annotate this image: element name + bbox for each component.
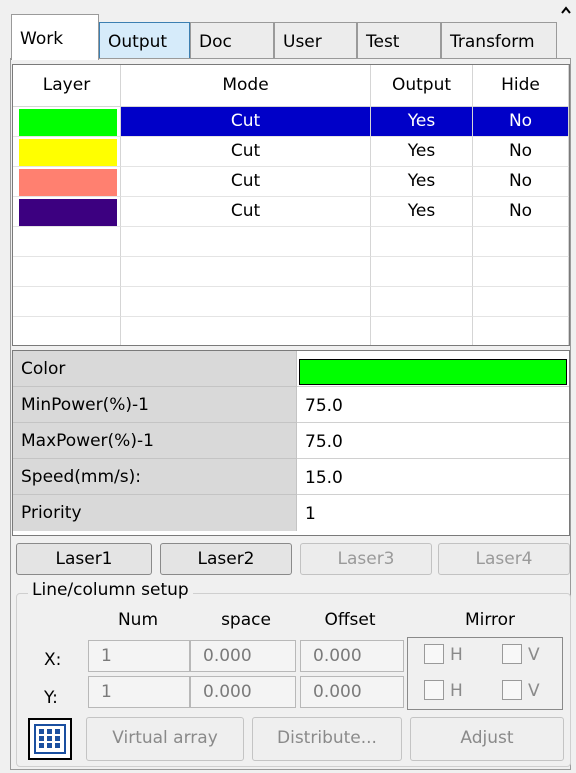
priority-field[interactable]: 1 bbox=[297, 495, 569, 531]
output-cell[interactable]: Yes bbox=[371, 107, 473, 137]
priority-label: Priority bbox=[13, 495, 297, 531]
empty-cell bbox=[13, 287, 121, 317]
color-label: Color bbox=[13, 351, 297, 387]
table-row[interactable]: Cut Yes No bbox=[13, 167, 569, 197]
speed-field[interactable]: 15.0 bbox=[297, 459, 569, 495]
empty-cell bbox=[121, 227, 371, 257]
laser4-button: Laser4 bbox=[438, 543, 570, 575]
layer-color-swatch bbox=[19, 199, 117, 226]
empty-cell bbox=[121, 257, 371, 287]
empty-row bbox=[13, 287, 569, 317]
mirror-header: Mirror bbox=[464, 610, 516, 630]
tab-transform[interactable]: Transform bbox=[441, 22, 557, 58]
empty-cell bbox=[473, 317, 569, 345]
tab-test[interactable]: Test bbox=[357, 22, 441, 58]
layer-color-swatch bbox=[19, 139, 117, 166]
chevron-up-icon[interactable] bbox=[560, 0, 572, 14]
num-header: Num bbox=[117, 610, 159, 630]
empty-row bbox=[13, 227, 569, 257]
mode-cell[interactable]: Cut bbox=[121, 197, 371, 227]
empty-cell bbox=[121, 287, 371, 317]
tab-work[interactable]: Work bbox=[11, 14, 99, 60]
x-mirror-h-checkbox[interactable] bbox=[424, 644, 444, 664]
x-num-field[interactable]: 1 bbox=[88, 640, 190, 672]
mode-cell[interactable]: Cut bbox=[121, 167, 371, 197]
layer-cell[interactable] bbox=[13, 197, 121, 227]
empty-cell bbox=[121, 317, 371, 345]
empty-cell bbox=[473, 227, 569, 257]
column-header-hide[interactable]: Hide bbox=[473, 65, 569, 107]
offset-header: Offset bbox=[324, 610, 376, 630]
adjust-button: Adjust bbox=[410, 717, 564, 761]
laser3-button: Laser3 bbox=[300, 543, 432, 575]
x-axis-label: X: bbox=[44, 650, 62, 670]
x-mirror-h-label: H bbox=[450, 645, 463, 665]
tab-doc[interactable]: Doc bbox=[190, 22, 274, 58]
empty-cell bbox=[473, 257, 569, 287]
empty-cell bbox=[13, 257, 121, 287]
column-header-layer[interactable]: Layer bbox=[13, 65, 121, 107]
distribute-button: Distribute... bbox=[252, 717, 402, 761]
output-cell[interactable]: Yes bbox=[371, 137, 473, 167]
column-header-mode[interactable]: Mode bbox=[121, 65, 371, 107]
output-cell[interactable]: Yes bbox=[371, 197, 473, 227]
empty-cell bbox=[13, 317, 121, 345]
tab-user[interactable]: User bbox=[274, 22, 357, 58]
laser2-button[interactable]: Laser2 bbox=[160, 543, 292, 575]
x-offset-field[interactable]: 0.000 bbox=[300, 640, 404, 672]
x-space-field[interactable]: 0.000 bbox=[190, 640, 296, 672]
empty-cell bbox=[371, 287, 473, 317]
empty-cell bbox=[371, 227, 473, 257]
empty-cell bbox=[473, 287, 569, 317]
y-mirror-v-checkbox[interactable] bbox=[502, 680, 522, 700]
layer-cell[interactable] bbox=[13, 107, 121, 137]
tab-output[interactable]: Output bbox=[99, 22, 190, 58]
layer-cell[interactable] bbox=[13, 137, 121, 167]
layer-table[interactable]: Layer Mode Output Hide Cut Yes No Cut Ye… bbox=[12, 64, 570, 346]
y-axis-label: Y: bbox=[44, 688, 58, 708]
space-header: space bbox=[221, 610, 271, 630]
y-offset-field[interactable]: 0.000 bbox=[300, 676, 404, 708]
y-mirror-h-label: H bbox=[450, 681, 463, 701]
line-column-legend: Line/column setup bbox=[28, 580, 193, 600]
color-value-swatch[interactable] bbox=[299, 359, 567, 385]
empty-cell bbox=[371, 257, 473, 287]
minpower-label: MinPower(%)-1 bbox=[13, 387, 297, 423]
hide-cell[interactable]: No bbox=[473, 167, 569, 197]
y-space-field[interactable]: 0.000 bbox=[190, 676, 296, 708]
mode-cell[interactable]: Cut bbox=[121, 137, 371, 167]
empty-cell bbox=[371, 317, 473, 345]
empty-row bbox=[13, 257, 569, 287]
empty-cell bbox=[13, 227, 121, 257]
x-mirror-v-checkbox[interactable] bbox=[502, 644, 522, 664]
y-num-field[interactable]: 1 bbox=[88, 676, 190, 708]
column-header-output[interactable]: Output bbox=[371, 65, 473, 107]
hide-cell[interactable]: No bbox=[473, 197, 569, 227]
layer-color-swatch bbox=[19, 109, 117, 136]
virtual-array-button: Virtual array bbox=[86, 717, 244, 761]
layer-color-swatch bbox=[19, 169, 117, 196]
x-mirror-v-label: V bbox=[528, 645, 540, 665]
mode-cell[interactable]: Cut bbox=[121, 107, 371, 137]
minpower-field[interactable]: 75.0 bbox=[297, 387, 569, 423]
maxpower-label: MaxPower(%)-1 bbox=[13, 423, 297, 459]
output-cell[interactable]: Yes bbox=[371, 167, 473, 197]
layer-cell[interactable] bbox=[13, 167, 121, 197]
table-row[interactable]: Cut Yes No bbox=[13, 197, 569, 227]
layer-property-grid: Color MinPower(%)-1 75.0 MaxPower(%)-1 7… bbox=[12, 350, 570, 536]
empty-row bbox=[13, 317, 569, 345]
speed-label: Speed(mm/s): bbox=[13, 459, 297, 495]
table-row[interactable]: Cut Yes No bbox=[13, 107, 569, 137]
hide-cell[interactable]: No bbox=[473, 107, 569, 137]
array-grid-icon[interactable] bbox=[28, 718, 72, 760]
hide-cell[interactable]: No bbox=[473, 137, 569, 167]
maxpower-field[interactable]: 75.0 bbox=[297, 423, 569, 459]
table-row[interactable]: Cut Yes No bbox=[13, 137, 569, 167]
y-mirror-h-checkbox[interactable] bbox=[424, 680, 444, 700]
y-mirror-v-label: V bbox=[528, 681, 540, 701]
laser1-button[interactable]: Laser1 bbox=[16, 543, 152, 575]
